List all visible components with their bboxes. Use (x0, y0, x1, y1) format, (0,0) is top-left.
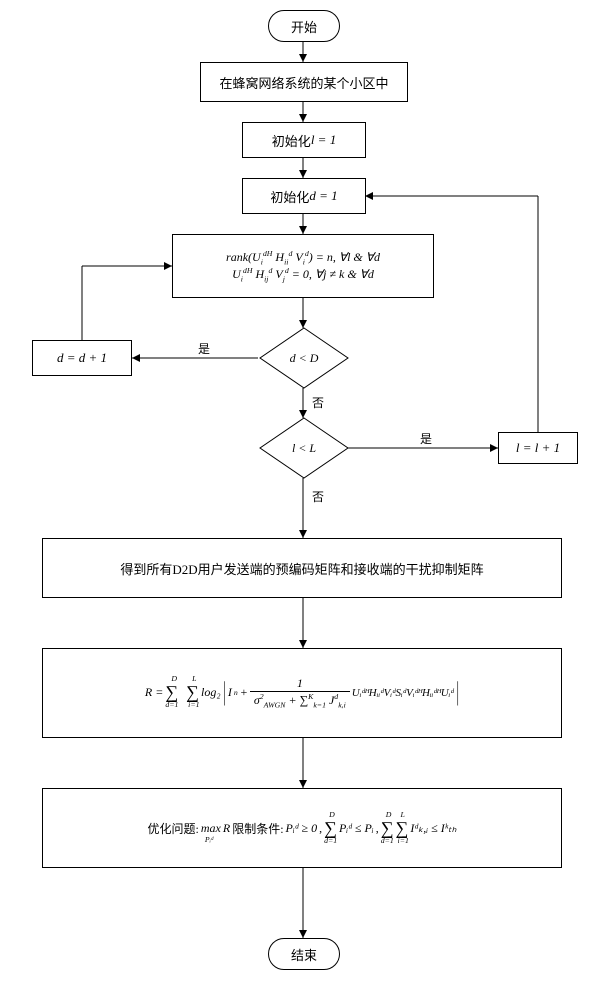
step-init-l: 初始化 l = 1 (242, 122, 366, 158)
end-label: 结束 (291, 945, 317, 964)
step1-text: 在蜂窝网络系统的某个小区中 (219, 73, 388, 92)
step-inc-l: l = l + 1 (498, 432, 578, 464)
step3-eq: d = 1 (309, 188, 337, 204)
decision-d: d < D (256, 326, 352, 390)
step3-prefix: 初始化 (270, 187, 309, 206)
start-label: 开始 (291, 17, 317, 36)
decision-d-text: d < D (290, 351, 319, 366)
step-rank-conditions: rank(UidH Hiid Vid) = n, ∀l & ∀d UidH Hi… (172, 234, 434, 298)
step-optimization: 优化问题: max Pᵢᵈ R 限制条件: Pᵢᵈ ≥ 0 , D ∑ d=1 … (42, 788, 562, 868)
opt-content: 优化问题: max Pᵢᵈ R 限制条件: Pᵢᵈ ≥ 0 , D ∑ d=1 … (148, 818, 457, 839)
inc-l-text: l = l + 1 (516, 440, 560, 456)
step-init-d: 初始化 d = 1 (242, 178, 366, 214)
terminator-end: 结束 (268, 938, 340, 970)
label-yes-2: 是 (420, 430, 432, 447)
decision-l: l < L (256, 416, 352, 480)
step2-eq: l = 1 (311, 132, 336, 148)
step-cellular-cell: 在蜂窝网络系统的某个小区中 (200, 62, 408, 102)
label-no-1: 否 (312, 394, 324, 411)
step-inc-d: d = d + 1 (32, 340, 132, 376)
step-rate-formula: R = D ∑ d=1 L ∑ i=1 log₂ | In + 1 σ2AWGN… (42, 648, 562, 738)
rank-line1: rank(UidH Hiid Vid) = n, ∀l & ∀d (226, 249, 380, 266)
inc-d-text: d = d + 1 (57, 350, 107, 366)
rate-formula-content: R = D ∑ d=1 L ∑ i=1 log₂ | In + 1 σ2AWGN… (145, 676, 459, 709)
result1-text: 得到所有D2D用户发送端的预编码矩阵和接收端的干扰抑制矩阵 (120, 559, 483, 578)
rank-line2: UidH Hijd Vjd = 0, ∀j ≠ k & ∀d (232, 266, 374, 283)
step-result-matrices: 得到所有D2D用户发送端的预编码矩阵和接收端的干扰抑制矩阵 (42, 538, 562, 598)
label-no-2: 否 (312, 488, 324, 505)
step2-prefix: 初始化 (272, 131, 311, 150)
decision-l-text: l < L (292, 441, 316, 456)
label-yes-1: 是 (198, 340, 210, 357)
terminator-start: 开始 (268, 10, 340, 42)
